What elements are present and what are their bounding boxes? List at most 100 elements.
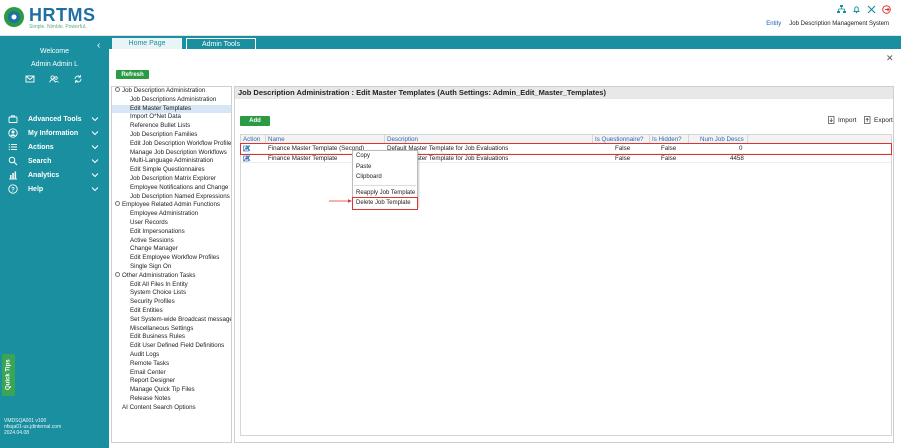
import-label: Import [838,116,857,124]
collapse-toggle-icon[interactable] [115,201,120,207]
tree-item[interactable]: Edit Simple Questionnaires [112,166,231,175]
tree-item[interactable]: Reference Bullet Lists [112,122,231,131]
tree-item[interactable]: Job Description Matrix Explorer [112,175,231,184]
tree-item-label: Job Description Administration [122,87,206,94]
tree-item[interactable]: AI Content Search Options [112,404,231,413]
table-row[interactable]: Finance Master Template Default Master T… [241,154,891,163]
tree-item[interactable]: Employee Administration [112,210,231,219]
tree-item[interactable]: Manage Job Description Workflows [112,149,231,158]
tree-item[interactable]: Email Center [112,369,231,378]
tree-item-label: Job Description Families [130,130,198,138]
tree-item[interactable]: Edit Master Templates [112,104,231,114]
users-icon[interactable] [49,74,59,84]
chevron-down-icon [91,117,99,122]
tools-icon[interactable] [867,5,876,14]
export-button[interactable]: Export [864,116,893,124]
tree-item[interactable]: Report Designer [112,377,231,386]
tree-item[interactable]: Job Descriptions Administration [112,96,231,105]
tree-item[interactable]: Job Description Named Expressions [112,193,231,202]
tree-item[interactable]: Audit Logs [112,351,231,360]
tree-item-label: System Choice Lists [130,289,187,297]
tree-item[interactable]: Remote Tasks [112,360,231,369]
tree-item[interactable]: Change Manager [112,245,231,254]
tree-item[interactable]: Set System-wide Broadcast message [112,316,231,325]
sidebar-item-analytics[interactable]: Analytics [0,168,109,182]
menu-item-delete-job-template[interactable]: Delete Job Template [352,197,418,210]
tree-item[interactable]: User Records [112,219,231,228]
tree-item[interactable]: Import O*Net Data [112,113,231,122]
column-header-action[interactable]: Action [243,135,260,144]
logout-icon[interactable] [882,5,891,14]
column-header-is-hidden[interactable]: Is Hidden? [652,135,682,144]
sidebar-item-advanced-tools[interactable]: Advanced Tools [0,112,109,126]
main-panel: Job Description Administration : Edit Ma… [234,86,894,443]
tree-item[interactable]: Miscellaneous Settings [112,325,231,334]
sidebar-item-help[interactable]: ? Help [0,182,109,196]
tree-item[interactable]: Employee Notifications and Change [112,184,231,193]
collapse-toggle-icon[interactable] [115,271,120,277]
tree-item[interactable]: Edit Employee Workflow Profiles [112,254,231,263]
entity-link[interactable]: Entity [766,21,781,27]
tree-item-label: Edit Business Rules [130,333,186,341]
settings-icon[interactable] [243,154,251,162]
tree-item-label: Change Manager [130,245,178,253]
tree-item[interactable]: Job Description Families [112,131,231,140]
menu-item-copy[interactable]: Copy [353,151,417,162]
tree-item[interactable]: Security Profiles [112,298,231,307]
tree-item[interactable]: Single Sign On [112,263,231,272]
version-line: 2024.04.08 [4,430,30,436]
tree-item-label: Job Description Named Expressions [130,192,230,200]
tree-item[interactable]: Edit Job Description Workflow Profiles [112,140,231,149]
column-header-name[interactable]: Name [268,135,285,144]
tree-item[interactable]: Edit All Files In Entity [112,281,231,290]
tree-item[interactable]: Manage Quick Tip Files [112,386,231,395]
chevron-down-icon [91,173,99,178]
menu-item-reapply-job-template[interactable]: Reapply Job Template [353,188,417,199]
cell-is-hidden: False [661,154,677,162]
tree-item[interactable]: System Choice Lists [112,289,231,298]
quick-tips-button[interactable]: Quick Tips [2,354,15,396]
help-icon: ? [8,184,18,194]
chevron-down-icon [91,131,99,136]
settings-icon[interactable] [243,145,251,152]
tree-item[interactable]: Edit User Defined Field Definitions [112,342,231,351]
column-header-is-questionnaire[interactable]: Is Questionnaire? [595,135,644,144]
org-chart-icon[interactable] [837,5,846,14]
column-header-description[interactable]: Description [387,135,418,144]
sidebar-item-my-information[interactable]: My Information [0,126,109,140]
menu-item-paste[interactable]: Paste [353,162,417,173]
import-button[interactable]: Import [828,116,856,124]
tree-group[interactable]: Other Administration Tasks [112,271,231,281]
context-menu: Copy Paste Clipboard Reapply Job Templat… [352,150,418,210]
tab-home-page[interactable]: Home Page [112,38,182,49]
chevron-down-icon [91,187,99,192]
tree-item[interactable]: Multi-Language Administration [112,157,231,166]
mail-icon[interactable] [25,74,35,84]
tree-group[interactable]: Job Description Administration [112,87,231,96]
table-row[interactable]: Finance Master Template (Second) Default… [240,143,892,155]
tree-item[interactable]: Active Sessions [112,237,231,246]
tree-item-label: Employee Administration [130,210,199,218]
pointer-arrow-icon [329,199,352,203]
sync-icon[interactable] [73,74,83,84]
refresh-button[interactable]: Refresh [116,70,149,79]
tree-item[interactable]: Release Notes [112,395,231,404]
bell-icon[interactable] [852,5,861,14]
sidebar-item-search[interactable]: Search [0,154,109,168]
menu-item-clipboard[interactable]: Clipboard [353,172,417,183]
tree-group[interactable]: Employee Related Admin Functions [112,201,231,210]
tree-item[interactable]: Edit Entities [112,307,231,316]
sidebar-item-actions[interactable]: Actions [0,140,109,154]
tree-item-label: Reference Bullet Lists [130,122,191,130]
add-button[interactable]: Add [240,116,270,126]
top-header: HRTMS Simple. Nimble. Powerful. Entity J… [0,0,901,36]
collapse-toggle-icon[interactable] [115,87,120,92]
tree-item-label: Manage Quick Tip Files [130,386,195,394]
tree-item[interactable]: Edit Impersonations [112,228,231,237]
tab-admin-tools[interactable]: Admin Tools [186,38,256,49]
grid-header: Action Name Description Is Questionnaire… [241,135,891,144]
tree-item[interactable]: Edit Business Rules [112,333,231,342]
close-icon[interactable]: ✕ [886,53,894,64]
column-header-num-job-descs[interactable]: Num Job Descs [700,135,744,144]
hrtms-logo[interactable]: HRTMS Simple. Nimble. Powerful. [2,4,97,32]
